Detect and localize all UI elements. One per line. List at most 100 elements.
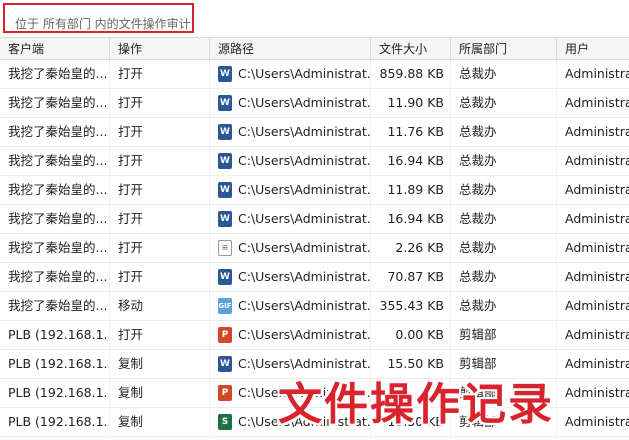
cell-user: Administra... [565, 66, 629, 81]
cell-department: 剪辑部 [451, 321, 557, 349]
cell-user: Administra... [565, 240, 629, 255]
column-header-department[interactable]: 所属部门 [451, 38, 557, 60]
cell-source-path: W C:\Users\Administrat... [210, 147, 371, 175]
cell-user: Administra... [565, 153, 629, 168]
source-path-text: C:\Users\Administrat... [238, 327, 371, 342]
word-file-icon: W [218, 182, 232, 198]
source-path-text: C:\Users\Administrat... [238, 153, 371, 168]
cell-client: 我挖了秦始皇的... [0, 89, 110, 117]
table-row[interactable]: 我挖了秦始皇的... 打开 W C:\Users\Administrat... 11.8… [0, 176, 629, 205]
table-row[interactable]: 我挖了秦始皇的... 打开 W C:\Users\Administrat... 16.9… [0, 147, 629, 176]
cell-client: PLB (192.168.1... [0, 321, 110, 349]
word-file-icon: W [218, 211, 232, 227]
source-path-text: C:\Users\Administrat... [238, 124, 371, 139]
cell-file-size: 16.94 KB [371, 147, 451, 175]
cell-department: 总裁办 [451, 89, 557, 117]
cell-client: 我挖了秦始皇的... [0, 263, 110, 291]
cell-file-size: 16.94 KB [371, 205, 451, 233]
table-row[interactable]: 我挖了秦始皇的... 移动 GIF C:\Users\Administrat... 35… [0, 292, 629, 321]
cell-user: Administra... [565, 124, 629, 139]
cell-department: 总裁办 [451, 176, 557, 204]
cell-source-path: ≡ C:\Users\Administrat... [210, 234, 371, 262]
ppt-file-icon: P [218, 385, 232, 401]
table-row[interactable]: PLB (192.168.1... 打开 P C:\Users\Administrat… [0, 321, 629, 350]
source-path-text: C:\Users\Administrat... [238, 269, 371, 284]
gif-file-icon: GIF [218, 298, 232, 314]
cell-action: 打开 [110, 60, 210, 88]
column-header-user[interactable]: 用户 [557, 38, 629, 60]
table-row[interactable]: 我挖了秦始皇的... 打开 W C:\Users\Administrat... 11.9… [0, 89, 629, 118]
cell-department: 总裁办 [451, 60, 557, 88]
cell-source-path: W C:\Users\Administrat... [210, 89, 371, 117]
cell-department: 总裁办 [451, 234, 557, 262]
cell-department: 总裁办 [451, 147, 557, 175]
table-row[interactable]: 我挖了秦始皇的... 打开 W C:\Users\Administrat... 11.7… [0, 118, 629, 147]
table-row[interactable]: 我挖了秦始皇的... 打开 W C:\Users\Administrat... 16.9… [0, 205, 629, 234]
cell-action: 打开 [110, 321, 210, 349]
cell-file-size: 11.89 KB [371, 176, 451, 204]
cell-user: Administra... [565, 182, 629, 197]
cell-user: Administra... [565, 269, 629, 284]
column-header-source-path[interactable]: 源路径 [210, 38, 371, 60]
cell-file-size: 11.76 KB [371, 118, 451, 146]
excel-file-icon: S [218, 414, 232, 430]
cell-client: 我挖了秦始皇的... [0, 147, 110, 175]
cell-action: 打开 [110, 234, 210, 262]
cell-action: 复制 [110, 350, 210, 378]
cell-department: 总裁办 [451, 292, 557, 320]
cell-client: 我挖了秦始皇的... [0, 60, 110, 88]
table-row[interactable]: 我挖了秦始皇的... 打开 W C:\Users\Administrat... 70.8… [0, 263, 629, 292]
word-file-icon: W [218, 95, 232, 111]
cell-user: Administra... [565, 95, 629, 110]
text-file-icon: ≡ [218, 240, 232, 256]
word-file-icon: W [218, 124, 232, 140]
cell-source-path: GIF C:\Users\Administrat... [210, 292, 371, 320]
table-row[interactable]: 我挖了秦始皇的... 打开 ≡ C:\Users\Administrat... 2.26… [0, 234, 629, 263]
column-header-client[interactable]: 客户端 [0, 38, 110, 60]
table-row[interactable]: 我挖了秦始皇的... 打开 W C:\Users\Administrat... 859.… [0, 60, 629, 89]
cell-file-size: 859.88 KB [371, 60, 451, 88]
watermark-caption: 文件操作记录 [278, 379, 554, 430]
ppt-file-icon: P [218, 327, 232, 343]
column-header-action[interactable]: 操作 [110, 38, 210, 60]
cell-source-path: W C:\Users\Administrat... [210, 205, 371, 233]
word-file-icon: W [218, 269, 232, 285]
cell-client: PLB (192.168.1... [0, 379, 110, 407]
cell-user: Administra... [565, 211, 629, 226]
cell-client: 我挖了秦始皇的... [0, 234, 110, 262]
cell-file-size: 355.43 KB [371, 292, 451, 320]
cell-action: 打开 [110, 176, 210, 204]
cell-department: 总裁办 [451, 118, 557, 146]
cell-source-path: W C:\Users\Administrat... [210, 118, 371, 146]
cell-department: 总裁办 [451, 263, 557, 291]
cell-user: Administra... [565, 327, 629, 342]
source-path-text: C:\Users\Administrat... [238, 298, 371, 313]
cell-action: 复制 [110, 379, 210, 407]
cell-source-path: W C:\Users\Administrat... [210, 60, 371, 88]
cell-file-size: 70.87 KB [371, 263, 451, 291]
cell-user: Administra... [565, 356, 629, 371]
column-header-file-size[interactable]: 文件大小 [371, 38, 451, 60]
cell-file-size: 0.00 KB [371, 321, 451, 349]
cell-action: 复制 [110, 408, 210, 436]
source-path-text: C:\Users\Administrat... [238, 66, 371, 81]
cell-file-size: 2.26 KB [371, 234, 451, 262]
cell-source-path: W C:\Users\Administrat... [210, 176, 371, 204]
cell-user: Administra... [565, 414, 629, 429]
cell-action: 打开 [110, 263, 210, 291]
cell-action: 移动 [110, 292, 210, 320]
cell-action: 打开 [110, 118, 210, 146]
cell-source-path: P C:\Users\Administrat... [210, 321, 371, 349]
cell-client: 我挖了秦始皇的... [0, 292, 110, 320]
cell-client: PLB (192.168.1... [0, 408, 110, 436]
source-path-text: C:\Users\Administrat... [238, 240, 371, 255]
cell-user: Administra... [565, 298, 629, 313]
source-path-text: C:\Users\Administrat... [238, 95, 371, 110]
cell-client: 我挖了秦始皇的... [0, 205, 110, 233]
cell-action: 打开 [110, 89, 210, 117]
cell-action: 打开 [110, 205, 210, 233]
location-text: 位于 所有部门 内的文件操作审计 [15, 17, 191, 31]
source-path-text: C:\Users\Administrat... [238, 211, 371, 226]
header-bar: 位于 所有部门 内的文件操作审计 [0, 0, 629, 37]
cell-client: 我挖了秦始皇的... [0, 118, 110, 146]
